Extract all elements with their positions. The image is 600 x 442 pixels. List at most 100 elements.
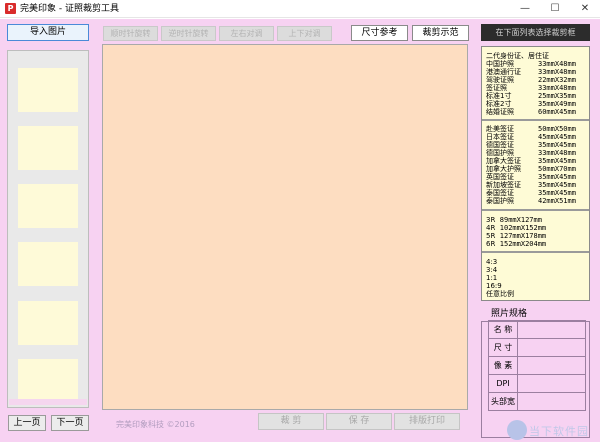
- list-item-name: 德国护照: [486, 149, 514, 157]
- list-item-name: 加拿大签证: [486, 157, 521, 165]
- list-item[interactable]: 加拿大签证 35mmX45mm: [486, 157, 576, 165]
- crop-demo-button[interactable]: 裁剪示范: [412, 25, 469, 41]
- list-divider: [482, 119, 589, 121]
- thumbnail-slot[interactable]: [18, 126, 78, 170]
- list-item-size: 35mmX49mm: [538, 100, 576, 108]
- list-item-size: 127mmX178mm: [499, 232, 547, 240]
- import-image-button[interactable]: 导入图片: [7, 24, 89, 41]
- list-item-size: 33mmX48mm: [538, 60, 576, 68]
- list-item[interactable]: 德国护照 33mmX48mm: [486, 149, 576, 157]
- spec-label: 像 素: [488, 356, 518, 375]
- list-item-size: 50mmX50mm: [538, 125, 576, 133]
- list-item-name: 6R: [486, 240, 496, 248]
- thumbnail-slot[interactable]: [18, 184, 78, 228]
- list-item-size: 35mmX45mm: [538, 173, 576, 181]
- list-item[interactable]: 3:4: [486, 266, 497, 274]
- list-item[interactable]: 任意比例: [486, 290, 514, 298]
- list-item[interactable]: 赴美签证 50mmX50mm: [486, 125, 576, 133]
- thumbnail-panel[interactable]: [7, 50, 89, 408]
- save-button[interactable]: 保 存: [326, 413, 392, 430]
- list-item-name: 标准2寸: [486, 100, 512, 108]
- list-item[interactable]: 二代身份证、居住证: [486, 52, 549, 60]
- watermark-logo-icon: [507, 420, 527, 440]
- flip-vertical-button[interactable]: 上下对调: [277, 26, 332, 41]
- list-item-size: 33mmX48mm: [538, 84, 576, 92]
- app-icon: P: [5, 3, 16, 14]
- list-item-size: 35mmX45mm: [538, 181, 576, 189]
- list-item-name: 泰国签证: [486, 189, 514, 197]
- thumbnail-slot[interactable]: [18, 359, 78, 403]
- list-item-name: 加拿大护照: [486, 165, 521, 173]
- crop-frame-list-header: 在下面列表选择裁剪框: [481, 24, 590, 41]
- list-item-name: 结婚证照: [486, 108, 514, 116]
- list-item[interactable]: 德国签证 35mmX45mm: [486, 141, 576, 149]
- spec-value: [517, 374, 586, 393]
- list-item-name: 4R: [486, 224, 496, 232]
- crop-button[interactable]: 裁 剪: [258, 413, 324, 430]
- list-item-size: 42mmX51mm: [538, 197, 576, 205]
- list-item[interactable]: 结婚证照 60mmX45mm: [486, 108, 576, 116]
- list-item[interactable]: 5R 127mmX178mm: [486, 232, 546, 240]
- window-title: 完美印象 - 证照裁剪工具: [20, 4, 119, 14]
- photo-spec-table: 名 称 尺 寸 像 素 DPI 头部宽: [488, 320, 586, 411]
- list-item-size: 35mmX45mm: [538, 157, 576, 165]
- watermark-text: 当下软件园: [529, 425, 589, 438]
- thumbnail-slot[interactable]: [18, 242, 78, 286]
- minimize-button[interactable]: —: [510, 0, 540, 18]
- list-item[interactable]: 加拿大护照 50mmX70mm: [486, 165, 576, 173]
- list-item-size: 89mmX127mm: [499, 216, 542, 224]
- list-item[interactable]: 标准2寸 35mmX49mm: [486, 100, 576, 108]
- rotate-clockwise-button[interactable]: 顺时针旋转: [103, 26, 158, 41]
- size-reference-button[interactable]: 尺寸参考: [351, 25, 408, 41]
- list-item[interactable]: 英国签证 35mmX45mm: [486, 173, 576, 181]
- list-item[interactable]: 16:9: [486, 282, 502, 290]
- spec-label: 尺 寸: [488, 338, 518, 357]
- list-item[interactable]: 签证照 33mmX48mm: [486, 84, 576, 92]
- list-item[interactable]: 4:3: [486, 258, 497, 266]
- spec-value: [517, 320, 586, 339]
- list-item-size: 35mmX45mm: [538, 189, 576, 197]
- thumbnail-scrollbar[interactable]: [9, 399, 87, 405]
- copyright-text: 完美印象科技 ©2016: [116, 420, 195, 429]
- list-item[interactable]: 6R 152mmX204mm: [486, 240, 546, 248]
- list-item[interactable]: 泰国护照 42mmX51mm: [486, 197, 576, 205]
- list-item[interactable]: 泰国签证 35mmX45mm: [486, 189, 576, 197]
- list-item[interactable]: 3R 89mmX127mm: [486, 216, 542, 224]
- flip-horizontal-button[interactable]: 左右对调: [219, 26, 274, 41]
- list-item-size: 33mmX48mm: [538, 149, 576, 157]
- next-page-button[interactable]: 下一页: [51, 415, 89, 431]
- maximize-button[interactable]: ☐: [540, 0, 570, 18]
- crop-frame-list[interactable]: 二代身份证、居住证 中国护照 33mmX48mm 港澳通行证 33mmX48mm 驾…: [481, 46, 590, 301]
- photo-spec-title: 照片规格: [488, 308, 531, 320]
- rotate-counterclockwise-button[interactable]: 逆时针旋转: [161, 26, 216, 41]
- list-item-name: 标准1寸: [486, 92, 512, 100]
- list-item-name: 新加坡签证: [486, 181, 521, 189]
- image-canvas[interactable]: [102, 44, 468, 410]
- list-item-size: 152mmX204mm: [499, 240, 547, 248]
- list-item[interactable]: 标准1寸 25mmX35mm: [486, 92, 576, 100]
- layout-print-button[interactable]: 排版打印: [394, 413, 460, 430]
- list-divider: [482, 209, 589, 211]
- list-item-name: 赴美签证: [486, 125, 514, 133]
- list-item[interactable]: 驾驶证照 22mmX32mm: [486, 76, 576, 84]
- list-item[interactable]: 港澳通行证 33mmX48mm: [486, 68, 576, 76]
- list-item-name: 二代身份证、居住证: [486, 52, 549, 60]
- list-item[interactable]: 1:1: [486, 274, 497, 282]
- spec-label: DPI: [488, 374, 518, 393]
- spec-label: 头部宽: [488, 392, 518, 411]
- list-item-name: 英国签证: [486, 173, 514, 181]
- list-item-name: 日本签证: [486, 133, 514, 141]
- list-item[interactable]: 新加坡签证 35mmX45mm: [486, 181, 576, 189]
- main-client-area: 导入图片 上一页 下一页 顺时针旋转 逆时针旋转 左右对调 上下对调 尺寸参考 …: [0, 19, 600, 442]
- close-button[interactable]: ✕: [570, 0, 600, 18]
- spec-label: 名 称: [488, 320, 518, 339]
- list-item[interactable]: 4R 102mmX152mm: [486, 224, 546, 232]
- list-item-name: 5R: [486, 232, 496, 240]
- list-item[interactable]: 中国护照 33mmX48mm: [486, 60, 576, 68]
- thumbnail-slot[interactable]: [18, 301, 78, 345]
- thumbnail-slot[interactable]: [18, 68, 78, 112]
- title-bar: P 完美印象 - 证照裁剪工具 — ☐ ✕: [0, 0, 600, 18]
- prev-page-button[interactable]: 上一页: [8, 415, 46, 431]
- list-item-size: 45mmX45mm: [538, 133, 576, 141]
- list-item[interactable]: 日本签证 45mmX45mm: [486, 133, 576, 141]
